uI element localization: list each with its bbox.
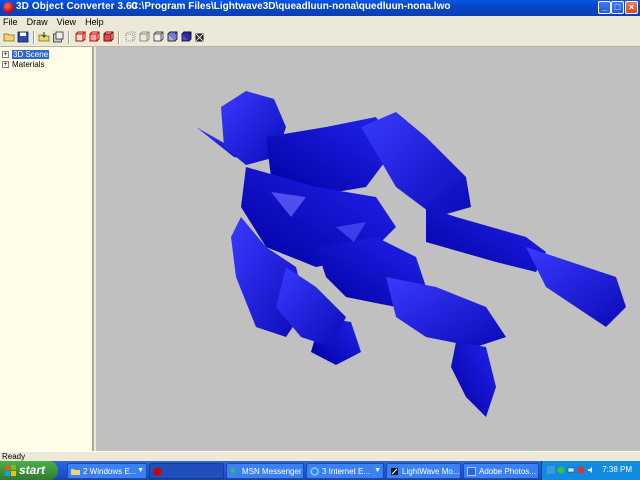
system-tray: 7:38 PM: [541, 461, 640, 480]
tray-volume-icon[interactable]: [587, 466, 595, 474]
file-path: C:\Program Files\Lightwave3D\queadluun-n…: [131, 1, 451, 12]
task-3d-object-converter[interactable]: [149, 463, 224, 479]
task-adobe-photoshop[interactable]: Adobe Photos...: [463, 463, 539, 479]
wireframe-icon[interactable]: [152, 31, 164, 43]
scene-tree: + 3D Scene + Materials: [0, 47, 94, 451]
task-lightwave-modeler[interactable]: LightWave Mo...: [386, 463, 461, 479]
app-title: 3D Object Converter 3.60: [16, 1, 138, 12]
task-label: Adobe Photos...: [479, 467, 536, 476]
status-text: Ready: [2, 452, 26, 461]
expand-icon[interactable]: +: [2, 50, 9, 58]
task-label: 3 Internet E...: [322, 467, 371, 476]
export-icon[interactable]: [52, 31, 64, 43]
3d-model-render: [196, 91, 626, 417]
tree-item-label[interactable]: 3D Scene: [12, 49, 50, 59]
msn-icon: [230, 468, 239, 475]
open-folder-icon[interactable]: [3, 31, 15, 43]
texture-icon[interactable]: [194, 31, 206, 43]
3d-viewport[interactable]: [96, 47, 640, 451]
task-internet-explorer[interactable]: 3 Internet E... ▼: [306, 463, 384, 479]
render-wire-icon[interactable]: [74, 31, 86, 43]
tray-network-icon[interactable]: [567, 466, 575, 474]
task-windows-explorer[interactable]: 2 Windows E... ▼: [67, 463, 147, 479]
gouraud-icon[interactable]: [180, 31, 192, 43]
tray-messenger-icon[interactable]: [557, 466, 565, 474]
photoshop-icon: [467, 467, 476, 476]
render-flat-icon[interactable]: [88, 31, 100, 43]
toolbar: [0, 29, 640, 47]
tray-security-icon[interactable]: [577, 466, 585, 474]
points-icon[interactable]: [138, 31, 150, 43]
menu-draw[interactable]: Draw: [24, 16, 51, 27]
app-icon[interactable]: [3, 2, 14, 13]
save-icon[interactable]: [17, 31, 29, 43]
flat-shade-icon[interactable]: [166, 31, 178, 43]
task-label: 2 Windows E...: [83, 467, 137, 476]
tree-item-label[interactable]: Materials: [12, 60, 44, 69]
import-icon[interactable]: [38, 31, 50, 43]
menu-help[interactable]: Help: [82, 16, 107, 27]
minimize-button[interactable]: _: [598, 1, 611, 14]
bbox-icon[interactable]: [124, 31, 136, 43]
toolbar-separator: [68, 31, 70, 44]
windows-logo-icon: [5, 465, 16, 476]
task-label: MSN Messenger: [242, 467, 302, 476]
dropdown-arrow-icon: ▼: [137, 467, 144, 474]
start-label: start: [19, 463, 46, 477]
menu-view[interactable]: View: [54, 16, 79, 27]
render-smooth-icon[interactable]: [102, 31, 114, 43]
toolbar-separator: [118, 31, 120, 44]
app-icon: [153, 467, 162, 476]
toolbar-separator: [33, 31, 35, 44]
maximize-button[interactable]: □: [611, 1, 624, 14]
tree-item-3d-scene[interactable]: + 3D Scene: [2, 49, 50, 59]
tray-app-icon[interactable]: [547, 466, 555, 474]
menu-file[interactable]: File: [0, 16, 21, 27]
lightwave-icon: [391, 468, 398, 475]
task-msn-messenger[interactable]: MSN Messenger: [226, 463, 304, 479]
start-button[interactable]: start: [0, 461, 58, 480]
dropdown-arrow-icon: ▼: [374, 467, 381, 474]
task-label: LightWave Mo...: [402, 467, 460, 476]
taskbar: start 2 Windows E... ▼ MSN Messenger 3 I…: [0, 461, 640, 480]
folder-icon: [71, 469, 80, 475]
menu-bar: File Draw View Help: [0, 16, 640, 29]
clock[interactable]: 7:38 PM: [602, 465, 632, 474]
close-button[interactable]: ×: [625, 1, 638, 14]
title-bar: 3D Object Converter 3.60 C:\Program File…: [0, 0, 640, 16]
expand-icon[interactable]: +: [2, 60, 9, 68]
ie-icon: [310, 467, 319, 476]
tree-item-materials[interactable]: + Materials: [2, 59, 44, 69]
